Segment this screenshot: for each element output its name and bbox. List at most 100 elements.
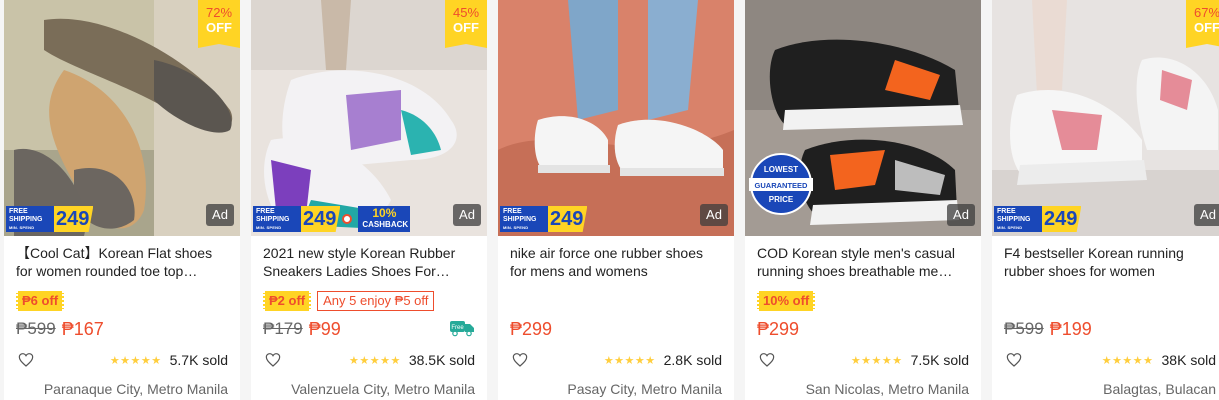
cashback-badge: 10% CASHBACK: [358, 206, 411, 232]
product-image[interactable]: 45% OFF FREE SHIPPING MIN. SPEND 249 10%…: [251, 0, 487, 236]
product-title[interactable]: COD Korean style men's casual running sh…: [757, 244, 969, 280]
location: Pasay City, Metro Manila: [567, 381, 722, 397]
discount-off-label: OFF: [206, 20, 232, 35]
original-price: ₱599: [1004, 319, 1044, 338]
discount-percent: 67%: [1193, 5, 1219, 20]
discount-badge: 45% OFF: [445, 0, 487, 48]
product-title[interactable]: 2021 new style Korean Rubber Sneakers La…: [263, 244, 475, 280]
free-shipping-badge: FREE SHIPPING MIN. SPEND 249: [500, 205, 588, 233]
free-shipping-line2: SHIPPING: [503, 216, 537, 223]
price: ₱167: [61, 318, 104, 339]
star-rating: ★★★★★: [1101, 354, 1154, 367]
location: Balagtas, Bulacan: [1103, 381, 1216, 397]
free-shipping-label: FREE SHIPPING MIN. SPEND: [253, 206, 301, 232]
price-row: ₱599 ₱199: [1004, 317, 1216, 341]
free-shipping-amount: 249: [54, 206, 94, 232]
lowest-price-guaranteed-icon: LOWEST GUARANTEED PRICE: [749, 153, 813, 215]
sold-count: 38K sold: [1161, 352, 1216, 368]
product-image[interactable]: 72% OFF FREE SHIPPING MIN. SPEND 249 Ad: [4, 0, 240, 236]
product-photo: [992, 0, 1219, 236]
price-row: ₱299: [510, 317, 722, 341]
location: San Nicolas, Metro Manila: [805, 381, 969, 397]
discount-badge: 67% OFF: [1186, 0, 1219, 48]
price: ₱299: [757, 318, 800, 339]
discount-percent: 45%: [452, 5, 480, 20]
discount-off-label: OFF: [453, 20, 479, 35]
product-title[interactable]: nike air force one rubber shoes for mens…: [510, 244, 722, 280]
location: Paranaque City, Metro Manila: [43, 381, 228, 397]
free-shipping-amount: 249: [301, 206, 341, 232]
product-title[interactable]: F4 bestseller Korean running rubber shoe…: [1004, 244, 1216, 280]
ad-badge: Ad: [453, 204, 481, 226]
product-tags: 10% off: [757, 289, 969, 313]
product-card[interactable]: FREE SHIPPING MIN. SPEND 249 Ad nike air…: [498, 0, 734, 400]
product-card[interactable]: 72% OFF FREE SHIPPING MIN. SPEND 249 Ad …: [4, 0, 240, 400]
product-tags: [1004, 289, 1216, 313]
stamp-line2: GUARANTEED: [755, 181, 809, 190]
product-card[interactable]: LOWEST GUARANTEED PRICE Ad COD Korean st…: [745, 0, 981, 400]
ad-badge: Ad: [947, 204, 975, 226]
product-card[interactable]: 67% OFF FREE SHIPPING MIN. SPEND 249 Ad …: [992, 0, 1219, 400]
product-image[interactable]: FREE SHIPPING MIN. SPEND 249 Ad: [498, 0, 734, 236]
ad-badge: Ad: [1194, 204, 1219, 226]
free-shipping-label: FREE SHIPPING MIN. SPEND: [994, 206, 1042, 232]
meta-row: ★★★★★ 7.5K sold: [757, 349, 969, 371]
location: Valenzuela City, Metro Manila: [291, 381, 475, 397]
product-grid: 72% OFF FREE SHIPPING MIN. SPEND 249 Ad …: [4, 0, 1219, 400]
cashback-percent: 10%: [372, 206, 397, 220]
discount-off-label: OFF: [1194, 20, 1219, 35]
meta-row: ★★★★★ 38.5K sold: [263, 349, 475, 371]
free-shipping-line1: FREE: [503, 208, 522, 215]
ad-badge: Ad: [206, 204, 234, 226]
free-shipping-label: FREE SHIPPING MIN. SPEND: [6, 206, 54, 232]
free-shipping-line2: SHIPPING: [9, 216, 43, 223]
free-shipping-line1: FREE: [256, 208, 275, 215]
free-shipping-line2: SHIPPING: [997, 216, 1031, 223]
heart-icon[interactable]: [1006, 352, 1022, 368]
heart-icon[interactable]: [512, 352, 528, 368]
cashback-label: CASHBACK: [362, 220, 409, 229]
free-shipping-truck-icon: Free: [450, 321, 474, 337]
heart-icon[interactable]: [265, 352, 281, 368]
free-shipping-amount: 249: [548, 206, 588, 232]
sold-count: 7.5K sold: [910, 352, 969, 368]
original-price: ₱179: [263, 319, 303, 338]
discount-percent: 72%: [205, 5, 233, 20]
star-rating: ★★★★★: [349, 354, 401, 367]
price: ₱199: [1049, 318, 1092, 339]
original-price: ₱599: [16, 319, 56, 338]
free-shipping-line1: FREE: [9, 208, 28, 215]
product-tags: ₱6 off: [16, 289, 228, 313]
product-title[interactable]: 【Cool Cat】Korean Flat shoes for women ro…: [16, 244, 228, 280]
free-shipping-badge: FREE SHIPPING MIN. SPEND 249: [6, 205, 94, 233]
product-card[interactable]: 45% OFF FREE SHIPPING MIN. SPEND 249 10%…: [251, 0, 487, 400]
free-shipping-line1: FREE: [997, 208, 1016, 215]
meta-row: ★★★★★ 5.7K sold: [16, 349, 228, 371]
product-tags: [510, 289, 722, 313]
free-shipping-badge: FREE SHIPPING MIN. SPEND 249: [994, 205, 1082, 233]
min-spend-label: MIN. SPEND: [997, 225, 1023, 230]
stamp-line1: LOWEST: [764, 165, 798, 174]
meta-row: ★★★★★ 2.8K sold: [510, 349, 722, 371]
ad-badge: Ad: [700, 204, 728, 226]
min-spend-label: MIN. SPEND: [503, 225, 529, 230]
heart-icon[interactable]: [759, 352, 775, 368]
price: ₱99: [308, 318, 341, 339]
product-image[interactable]: LOWEST GUARANTEED PRICE Ad: [745, 0, 981, 236]
bundle-promo-tag: Any 5 enjoy ₱5 off: [317, 291, 435, 311]
sold-count: 38.5K sold: [408, 352, 475, 368]
product-image[interactable]: 67% OFF FREE SHIPPING MIN. SPEND 249 Ad: [992, 0, 1219, 236]
badge-divider-dot: [342, 214, 353, 224]
free-shipping-line2: SHIPPING: [256, 216, 290, 223]
heart-icon[interactable]: [18, 352, 34, 368]
discount-badge: 72% OFF: [198, 0, 240, 48]
star-rating: ★★★★★: [109, 354, 162, 367]
product-tags: ₱2 off Any 5 enjoy ₱5 off: [263, 289, 475, 313]
star-rating: ★★★★★: [603, 354, 656, 367]
free-shipping-badge: FREE SHIPPING MIN. SPEND 249 10% CASHBAC…: [253, 205, 411, 233]
product-photo: [498, 0, 734, 236]
voucher-tag: ₱6 off: [16, 291, 65, 311]
price: ₱299: [510, 318, 553, 339]
truck-free-label: Free: [451, 325, 464, 331]
price-row: ₱299: [757, 317, 969, 341]
